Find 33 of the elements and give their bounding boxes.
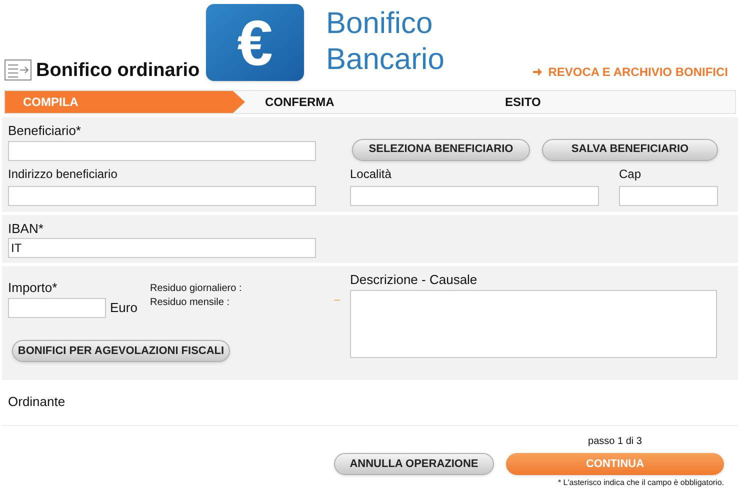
input-field[interactable] [350,186,599,206]
field-label: IBAN* [8,220,44,238]
amount-field[interactable] [8,298,106,318]
monthly-residual-label: Residuo mensile : [150,296,230,310]
iban-field[interactable]: IT [8,238,316,258]
daily-residual-label: Residuo giornaliero : [150,282,242,296]
description-field[interactable] [350,290,717,358]
tax-transfer-button[interactable]: BONIFICI PER AGEVOLAZIONI FISCALI [12,340,230,362]
field-label: Descrizione - Causale [350,271,478,289]
input-field[interactable] [619,186,718,206]
euro-logo: € [206,4,304,81]
field-label: Località [350,166,392,182]
step-tab[interactable]: ESITO [485,91,725,113]
step-tab[interactable]: CONFERMA [245,91,485,113]
currency-label: Euro [110,299,138,317]
field-label: Indirizzo beneficiario [8,166,118,182]
field-label: Cap [619,166,642,182]
form-icon [4,58,32,82]
input-field[interactable] [8,186,316,206]
select-beneficiary-button[interactable]: SELEZIONA BENEFICIARIO [352,138,530,160]
required-note: * L'asterisco indica che il campo è obbligatorio. [558,477,724,489]
field-label: Beneficiario* [8,122,82,140]
residual-value: – [334,293,340,308]
save-beneficiary-button[interactable]: SALVA BENEFICIARIO [542,138,718,160]
cancel-button[interactable]: ANNULLA OPERAZIONE [334,453,494,475]
field-label: Importo* [8,279,58,297]
page-title: Bonifico ordinario [36,61,200,80]
banner-title: Bonifico [326,6,434,42]
banner-title: Bancario [326,42,444,78]
ordering-label: Ordinante [8,394,66,409]
arrow-icon [533,68,542,76]
step-counter: passo 1 di 3 [588,435,642,449]
input-field[interactable] [8,140,316,160]
